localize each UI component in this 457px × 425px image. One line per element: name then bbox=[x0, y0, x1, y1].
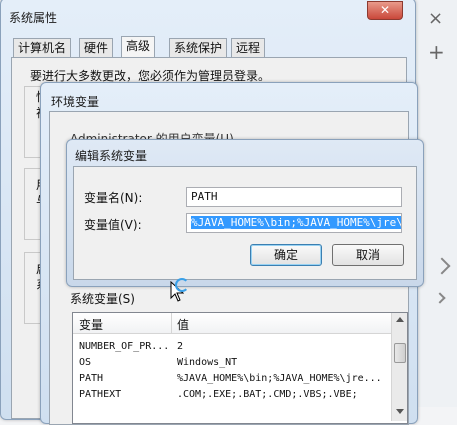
cancel-button[interactable]: 取消 bbox=[332, 244, 404, 266]
table-row[interactable]: PATH %JAVA_HOME%\bin;%JAVA_HOME%\jre... bbox=[79, 371, 389, 386]
selected-value-text: %JAVA_HOME%\bin;%JAVA_HOME%\jre\bin; bbox=[191, 216, 401, 229]
tab-computer-name[interactable]: 计算机名 bbox=[13, 38, 72, 57]
variable-name-input[interactable]: PATH bbox=[186, 187, 402, 207]
busy-ring-icon bbox=[175, 278, 189, 292]
scrollbar-thumb[interactable] bbox=[394, 343, 406, 363]
variable-value-label: 变量值(V): bbox=[84, 218, 142, 232]
dialog-title: 编辑系统变量 bbox=[75, 149, 148, 163]
table-row[interactable]: OS Windows_NT bbox=[79, 355, 389, 370]
close-icon[interactable]: × bbox=[428, 8, 443, 29]
tab-hardware[interactable]: 硬件 bbox=[79, 38, 114, 57]
system-vars-table[interactable]: 变量 值 NUMBER_OF_PR... 2 OS Windows_NT PAT… bbox=[72, 312, 408, 424]
var-value: .COM;.EXE;.BAT;.CMD;.VBS;.VBE; bbox=[177, 389, 358, 400]
window-title: 环境变量 bbox=[51, 95, 100, 109]
tab-advanced[interactable]: 高级 bbox=[121, 36, 156, 57]
table-header: 变量 值 bbox=[73, 313, 391, 334]
column-header-value[interactable]: 值 bbox=[177, 316, 189, 333]
edit-system-variable-dialog: 编辑系统变量 变量名(N): PATH 变量值(V): %JAVA_HOME%\… bbox=[66, 139, 424, 287]
var-value: %JAVA_HOME%\bin;%JAVA_HOME%\jre... bbox=[177, 373, 382, 384]
column-header-name[interactable]: 变量 bbox=[79, 316, 103, 333]
scroll-down-arrow-icon[interactable] bbox=[396, 409, 404, 414]
ok-button[interactable]: 确定 bbox=[250, 244, 322, 266]
var-name: NUMBER_OF_PR... bbox=[79, 341, 170, 352]
var-value: 2 bbox=[177, 341, 184, 352]
var-name: PATH bbox=[79, 373, 104, 384]
table-row[interactable]: PATHEXT .COM;.EXE;.BAT;.CMD;.VBS;.VBE; bbox=[79, 387, 389, 402]
add-icon[interactable]: + bbox=[428, 40, 445, 64]
var-name: PATHEXT bbox=[79, 389, 122, 400]
var-name: OS bbox=[79, 357, 92, 368]
var-value: Windows_NT bbox=[177, 357, 238, 368]
scroll-up-arrow-icon[interactable] bbox=[396, 317, 404, 322]
variable-value-input[interactable]: %JAVA_HOME%\bin;%JAVA_HOME%\jre\bin; bbox=[186, 213, 402, 233]
dialog-body: 变量名(N): PATH 变量值(V): %JAVA_HOME%\bin;%JA… bbox=[73, 166, 417, 280]
window-title: 系统属性 bbox=[9, 11, 58, 25]
vertical-scrollbar[interactable] bbox=[391, 313, 407, 421]
table-row[interactable]: NUMBER_OF_PR... 2 bbox=[79, 339, 389, 354]
tab-remote[interactable]: 远程 bbox=[231, 38, 266, 57]
system-vars-label: 系统变量(S) bbox=[70, 292, 135, 306]
tab-system-protection[interactable]: 系统保护 bbox=[169, 38, 228, 57]
variable-name-label: 变量名(N): bbox=[84, 191, 143, 205]
column-divider bbox=[171, 313, 172, 333]
close-button[interactable]: ✕ bbox=[367, 1, 403, 20]
tab-strip: 计算机名 硬件 高级 系统保护 远程 bbox=[9, 36, 405, 58]
